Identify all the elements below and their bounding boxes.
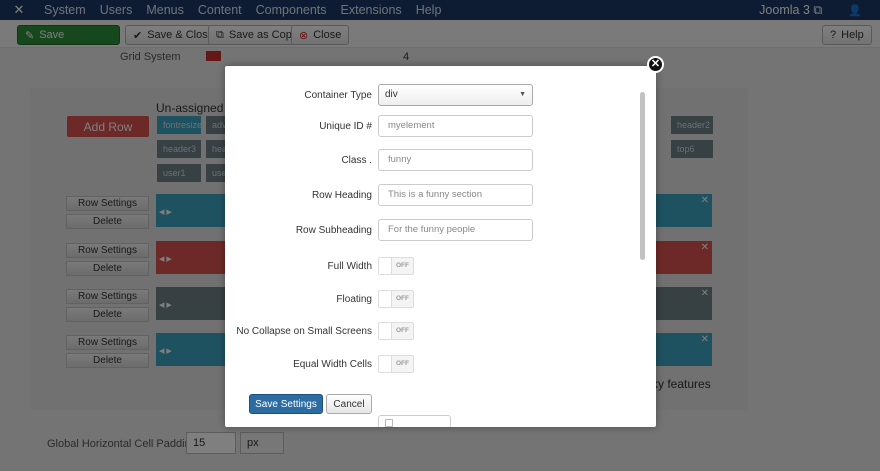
- full-width-label: Full Width: [327, 261, 372, 272]
- row-subheading-input[interactable]: For the funny people: [378, 219, 533, 241]
- unique-id-input[interactable]: myelement: [378, 115, 533, 137]
- equal-width-label: Equal Width Cells: [293, 359, 372, 370]
- toggle-knob: [379, 291, 392, 307]
- caret-down-icon: ▼: [519, 91, 526, 98]
- floating-label: Floating: [336, 294, 372, 305]
- class-label: Class .: [341, 155, 372, 166]
- full-width-toggle[interactable]: OFF: [378, 257, 414, 275]
- class-row: Class . funny: [225, 149, 635, 173]
- no-collapse-row: No Collapse on Small Screens OFF: [225, 320, 635, 344]
- row-heading-label: Row Heading: [311, 190, 372, 201]
- modal-scrollbar-thumb[interactable]: [640, 92, 645, 260]
- partial-hidden-input[interactable]: [378, 415, 451, 427]
- class-input[interactable]: funny: [378, 149, 533, 171]
- row-subheading-label: Row Subheading: [295, 225, 372, 236]
- full-width-row: Full Width OFF: [225, 255, 635, 279]
- equal-width-toggle[interactable]: OFF: [378, 355, 414, 373]
- save-settings-button[interactable]: Save Settings: [249, 394, 323, 414]
- container-type-row: Container Type div ▼: [225, 84, 635, 108]
- container-type-label: Container Type: [304, 90, 372, 101]
- close-circle-icon[interactable]: ✕: [647, 56, 664, 73]
- no-collapse-toggle[interactable]: OFF: [378, 322, 414, 340]
- row-settings-modal: Container Type div ▼ Unique ID # myeleme…: [225, 66, 656, 427]
- toggle-knob: [379, 323, 392, 339]
- unique-id-label: Unique ID #: [319, 121, 372, 132]
- container-type-select[interactable]: div ▼: [378, 84, 533, 106]
- toggle-knob: [379, 258, 392, 274]
- cancel-button[interactable]: Cancel: [326, 394, 372, 414]
- toggle-knob: [379, 356, 392, 372]
- row-heading-input[interactable]: This is a funny section: [378, 184, 533, 206]
- unique-id-row: Unique ID # myelement: [225, 115, 635, 139]
- no-collapse-label: No Collapse on Small Screens: [236, 326, 372, 337]
- floating-toggle[interactable]: OFF: [378, 290, 414, 308]
- floating-row: Floating OFF: [225, 288, 635, 312]
- equal-width-row: Equal Width Cells OFF: [225, 353, 635, 377]
- row-subheading-row: Row Subheading For the funny people: [225, 219, 635, 243]
- row-heading-row: Row Heading This is a funny section: [225, 184, 635, 208]
